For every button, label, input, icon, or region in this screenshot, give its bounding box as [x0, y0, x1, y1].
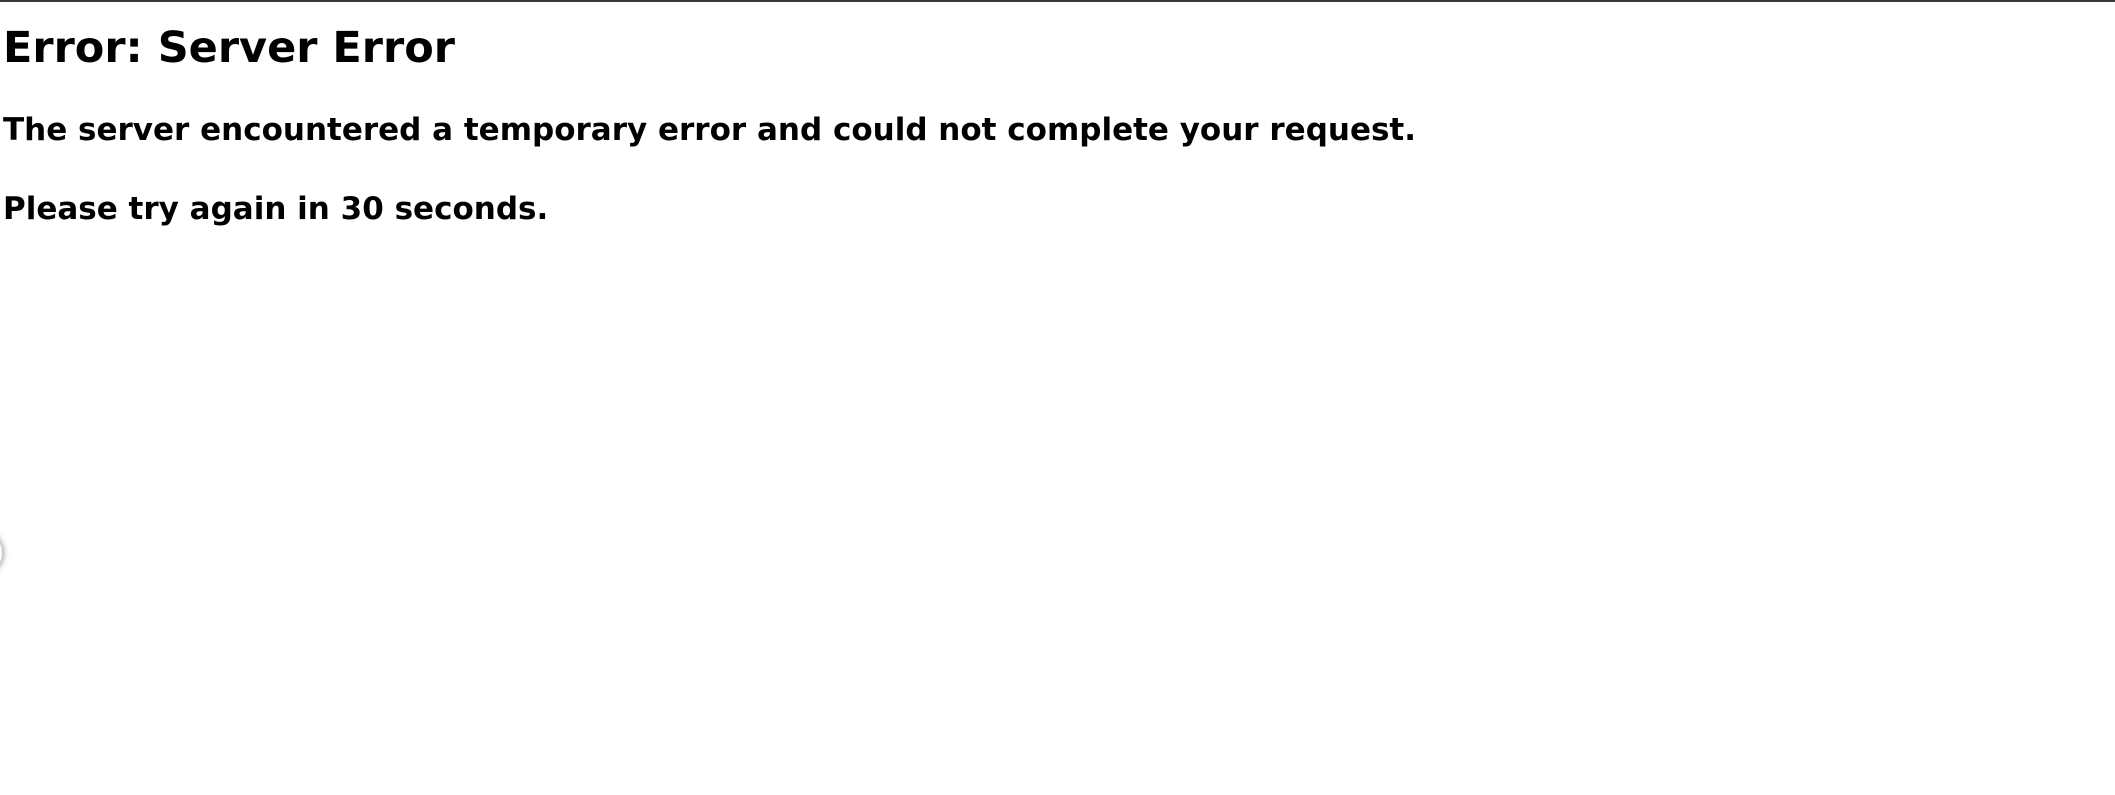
side-panel-toggle[interactable]	[0, 530, 2, 576]
error-page: Error: Server Error The server encounter…	[3, 2, 2115, 795]
page-title: Error: Server Error	[3, 23, 455, 73]
error-message: The server encountered a temporary error…	[3, 112, 1417, 148]
retry-message: Please try again in 30 seconds.	[3, 191, 549, 227]
